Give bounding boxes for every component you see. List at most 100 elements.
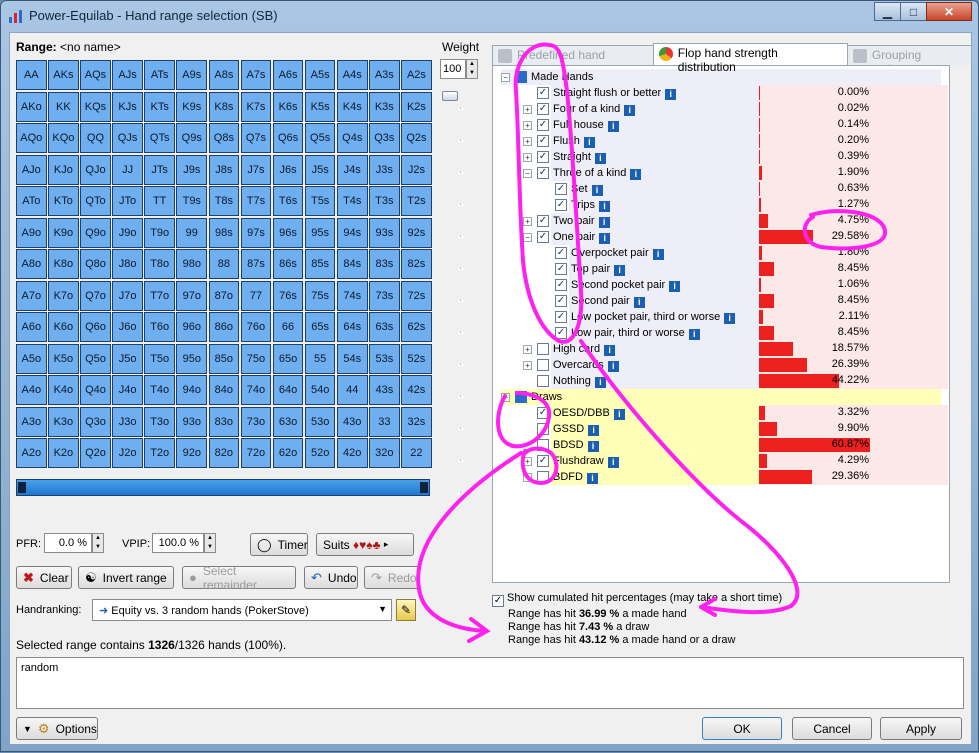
- hand-cell[interactable]: AJs: [112, 60, 143, 90]
- hand-cell[interactable]: KTs: [144, 91, 175, 122]
- close-button[interactable]: ✕: [926, 2, 972, 21]
- hand-cell[interactable]: 53s: [369, 343, 400, 374]
- row-checkbox[interactable]: [537, 423, 549, 435]
- tree-group-header[interactable]: − Draws: [501, 389, 941, 405]
- hand-cell[interactable]: Q4o: [80, 375, 111, 405]
- hand-cell[interactable]: 87o: [208, 280, 240, 311]
- hand-cell[interactable]: K4o: [48, 375, 79, 405]
- tree-row[interactable]: + ✓ Four of a kind i 0.02%: [501, 101, 948, 117]
- tree-row[interactable]: + ✓ Flushdraw i 4.29%: [501, 453, 948, 469]
- hand-cell[interactable]: 32s: [401, 406, 432, 437]
- hand-cell[interactable]: K2o: [48, 438, 79, 468]
- hand-cell[interactable]: A3s: [369, 60, 400, 90]
- hand-cell[interactable]: A9s: [176, 60, 208, 90]
- expand-icon[interactable]: +: [523, 121, 532, 130]
- hand-cell[interactable]: AKs: [48, 60, 79, 90]
- hand-cell[interactable]: 87s: [240, 249, 272, 279]
- hand-cell[interactable]: 62o: [272, 438, 304, 468]
- info-icon[interactable]: i: [669, 281, 681, 292]
- info-icon[interactable]: i: [604, 345, 616, 356]
- expand-icon[interactable]: +: [523, 361, 532, 370]
- redo-button[interactable]: ↷ Redo: [364, 566, 420, 589]
- row-checkbox[interactable]: [515, 391, 527, 403]
- hand-cell[interactable]: 22: [401, 438, 432, 468]
- tree-row[interactable]: ✓ Low pocket pair, third or worse i 2.11%: [501, 309, 948, 325]
- row-checkbox[interactable]: ✓: [537, 455, 549, 467]
- row-checkbox[interactable]: ✓: [537, 215, 549, 227]
- clear-button[interactable]: ✖ Clear: [16, 566, 72, 589]
- options-button[interactable]: ▼ ⚙ Options: [16, 717, 98, 740]
- hand-cell[interactable]: JTs: [144, 154, 175, 185]
- hand-cell[interactable]: K5o: [48, 343, 79, 374]
- hand-cell[interactable]: 97o: [176, 280, 208, 311]
- info-icon[interactable]: i: [607, 121, 619, 132]
- hand-cell[interactable]: A7s: [240, 60, 272, 90]
- hand-cell[interactable]: 72o: [240, 438, 272, 468]
- undo-button[interactable]: ↶ Undo: [304, 566, 358, 589]
- hand-cell[interactable]: 92s: [401, 217, 432, 248]
- hand-cell[interactable]: TT: [144, 186, 175, 216]
- hand-cell[interactable]: 82o: [208, 438, 240, 468]
- row-checkbox[interactable]: ✓: [537, 167, 549, 179]
- hand-cell[interactable]: Q7o: [80, 280, 111, 311]
- hand-cell[interactable]: 74s: [336, 280, 368, 311]
- tab-predefined-ranges[interactable]: Predefined hand ranges: [492, 45, 654, 76]
- hand-cell[interactable]: A6s: [272, 60, 304, 90]
- hand-cell[interactable]: 97s: [240, 217, 272, 248]
- hand-cell[interactable]: 88: [208, 249, 240, 279]
- info-icon[interactable]: i: [588, 425, 600, 436]
- tree-row[interactable]: + Overcards i 26.39%: [501, 357, 948, 373]
- hand-cell[interactable]: J6s: [272, 154, 304, 185]
- hand-cell[interactable]: K7s: [240, 91, 272, 122]
- hand-cell[interactable]: Q8s: [208, 123, 240, 153]
- info-icon[interactable]: i: [587, 441, 599, 452]
- info-icon[interactable]: i: [594, 153, 606, 164]
- hand-cell[interactable]: 98o: [176, 249, 208, 279]
- ok-button[interactable]: OK: [702, 717, 782, 740]
- hand-cell[interactable]: J3o: [112, 406, 143, 437]
- hand-cell[interactable]: T6s: [272, 186, 304, 216]
- pencil-icon[interactable]: ✎: [396, 599, 416, 621]
- hand-cell[interactable]: 96s: [272, 217, 304, 248]
- hand-cell[interactable]: QJs: [112, 123, 143, 153]
- hand-cell[interactable]: 95o: [176, 343, 208, 374]
- hand-cell[interactable]: 86o: [208, 312, 240, 342]
- hand-cell[interactable]: A8o: [16, 249, 47, 279]
- row-checkbox[interactable]: ✓: [537, 135, 549, 147]
- hand-cell[interactable]: K3o: [48, 406, 79, 437]
- weight-slider-thumb[interactable]: [442, 91, 458, 101]
- expand-icon[interactable]: +: [523, 217, 532, 226]
- hand-cell[interactable]: A6o: [16, 312, 47, 342]
- hand-cell[interactable]: 82s: [401, 249, 432, 279]
- tree-row[interactable]: ✓ Low pair, third or worse i 8.45%: [501, 325, 948, 341]
- info-icon[interactable]: i: [614, 265, 626, 276]
- hand-cell[interactable]: T2s: [401, 186, 432, 216]
- invert-range-button[interactable]: ☯ Invert range: [78, 566, 174, 589]
- tree-row[interactable]: ✓ Trips i 1.27%: [501, 197, 948, 213]
- hand-cell[interactable]: 54s: [336, 343, 368, 374]
- maximize-button[interactable]: □: [900, 2, 927, 21]
- hand-cell[interactable]: 43o: [336, 406, 368, 437]
- hand-cell[interactable]: A9o: [16, 217, 47, 248]
- hand-cell[interactable]: KJo: [48, 154, 79, 185]
- row-checkbox[interactable]: [515, 71, 527, 83]
- hand-cell[interactable]: T9s: [176, 186, 208, 216]
- hand-cell[interactable]: A5o: [16, 343, 47, 374]
- hand-cell[interactable]: 73o: [240, 406, 272, 437]
- tree-row[interactable]: GSSD i 9.90%: [501, 421, 948, 437]
- row-checkbox[interactable]: [537, 343, 549, 355]
- expand-icon[interactable]: +: [523, 345, 532, 354]
- weight-spinner[interactable]: ▲ ▼: [466, 59, 478, 79]
- hand-cell[interactable]: KQs: [80, 91, 111, 122]
- info-icon[interactable]: i: [652, 249, 664, 260]
- hand-cell[interactable]: 64o: [272, 375, 304, 405]
- row-checkbox[interactable]: ✓: [537, 151, 549, 163]
- hand-cell[interactable]: QQ: [80, 123, 111, 153]
- hand-cell[interactable]: 75s: [304, 280, 336, 311]
- hand-cell[interactable]: J2s: [401, 154, 432, 185]
- hand-cell[interactable]: A2s: [401, 60, 432, 90]
- row-checkbox[interactable]: ✓: [555, 183, 567, 195]
- hand-cell[interactable]: J9s: [176, 154, 208, 185]
- hand-cell[interactable]: J7o: [112, 280, 143, 311]
- suits-button[interactable]: Suits ♦♥♠♣ ▸: [316, 533, 414, 556]
